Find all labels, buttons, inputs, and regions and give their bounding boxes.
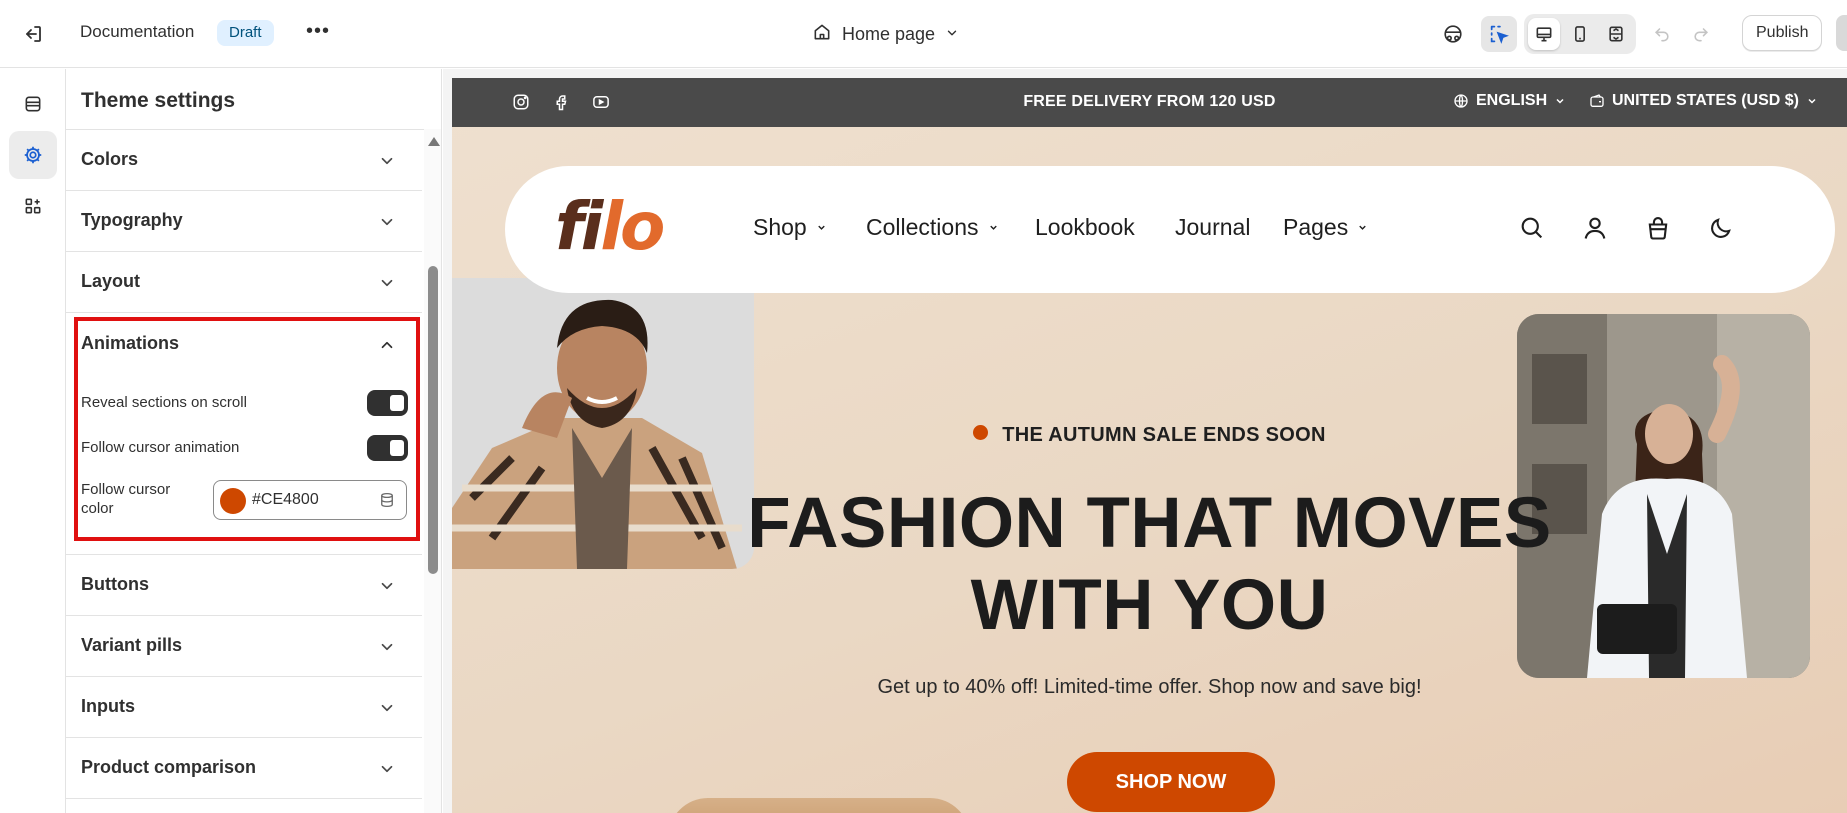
section-colors[interactable]: Colors xyxy=(66,130,422,191)
theme-settings-panel: Theme settings Colors Typography Layout … xyxy=(66,69,442,813)
panel-scrollbar[interactable] xyxy=(424,129,441,813)
nav-label: Pages xyxy=(1283,214,1349,240)
account-icon[interactable] xyxy=(1581,214,1609,242)
nav-pages[interactable]: Pages xyxy=(1283,214,1368,241)
hero-title-line-1: FASHION THAT MOVES xyxy=(747,484,1552,563)
more-actions-button[interactable]: ••• xyxy=(306,20,330,46)
page-selector[interactable]: Home page xyxy=(812,20,959,48)
nav-label: Shop xyxy=(753,214,807,240)
nav-label: Collections xyxy=(866,214,979,240)
announcement-bar: FREE DELIVERY FROM 120 USD ENGLISH UNITE… xyxy=(452,78,1847,127)
section-label: Product comparison xyxy=(81,757,257,777)
store-header: filo Shop Collections Lookbook Journal P… xyxy=(505,166,1835,293)
globe-icon xyxy=(1454,94,1468,108)
device-switcher xyxy=(1524,14,1636,54)
chevron-down-icon xyxy=(1808,98,1816,104)
apps-icon[interactable] xyxy=(9,182,57,230)
nav-label: Journal xyxy=(1175,214,1251,240)
chevron-down-icon xyxy=(378,760,396,778)
section-label: Buttons xyxy=(81,574,149,594)
exit-icon[interactable] xyxy=(21,22,45,46)
chevron-down-icon xyxy=(378,213,396,231)
language-label: ENGLISH xyxy=(1476,92,1548,109)
nav-collections[interactable]: Collections xyxy=(866,214,999,241)
storefront: FREE DELIVERY FROM 120 USD ENGLISH UNITE… xyxy=(452,78,1847,813)
section-typography[interactable]: Typography xyxy=(66,191,422,252)
currency-selector[interactable]: UNITED STATES (USD $) xyxy=(1589,92,1818,110)
dark-mode-icon[interactable] xyxy=(1707,214,1735,242)
store-preview: FREE DELIVERY FROM 120 USD ENGLISH UNITE… xyxy=(443,69,1847,813)
section-label: Variant pills xyxy=(81,635,183,655)
panel-title: Theme settings xyxy=(81,89,236,112)
mobile-icon[interactable] xyxy=(1564,18,1596,50)
reveal-sections-label: Reveal sections on scroll xyxy=(81,394,247,411)
reveal-sections-toggle[interactable] xyxy=(367,390,408,416)
publish-button[interactable]: Publish xyxy=(1742,15,1823,51)
status-badge: Draft xyxy=(217,20,274,46)
dynamic-source-icon[interactable] xyxy=(378,491,396,514)
follow-cursor-toggle[interactable] xyxy=(367,435,408,461)
hero-title-line-2: WITH YOU xyxy=(970,566,1329,645)
select-element-icon[interactable] xyxy=(1481,16,1517,52)
section-label: Layout xyxy=(81,271,141,291)
section-inputs[interactable]: Inputs xyxy=(66,677,422,738)
theme-settings-icon[interactable] xyxy=(9,131,57,179)
color-value[interactable]: #CE4800 xyxy=(252,491,319,509)
chevron-down-icon xyxy=(817,225,825,230)
inspector-icon[interactable] xyxy=(1435,16,1471,52)
hero-eyebrow-text: THE AUTUMN SALE ENDS SOON xyxy=(1002,424,1326,446)
scroll-up-arrow[interactable] xyxy=(428,137,440,146)
home-icon xyxy=(812,22,832,47)
left-rail xyxy=(0,69,66,813)
cursor-color-label: Follow cursor color xyxy=(81,481,171,517)
hero-eyebrow: THE AUTUMN SALE ENDS SOON xyxy=(452,424,1847,447)
sections-icon[interactable] xyxy=(9,80,57,128)
shop-now-button[interactable]: SHOP NOW xyxy=(1067,752,1275,812)
section-label: Colors xyxy=(81,149,139,169)
chevron-down-icon xyxy=(378,274,396,292)
chevron-down-icon xyxy=(945,24,959,45)
nav-label: Lookbook xyxy=(1035,214,1135,240)
publish-menu-button[interactable] xyxy=(1836,15,1847,51)
undo-icon[interactable] xyxy=(1644,16,1680,52)
section-buttons[interactable]: Buttons xyxy=(66,555,422,616)
fullscreen-icon[interactable] xyxy=(1600,18,1632,50)
chevron-down-icon xyxy=(378,699,396,717)
top-bar: Documentation Draft ••• Home page Publis… xyxy=(0,0,1847,68)
page-selector-label: Home page xyxy=(842,23,936,44)
nav-lookbook[interactable]: Lookbook xyxy=(1035,214,1135,241)
chevron-down-icon xyxy=(1556,98,1564,104)
chevron-down-icon xyxy=(378,152,396,170)
search-icon[interactable] xyxy=(1518,214,1546,242)
cart-icon[interactable] xyxy=(1644,214,1672,242)
follow-cursor-label: Follow cursor animation xyxy=(81,439,240,456)
section-variant-pills[interactable]: Variant pills xyxy=(66,616,422,677)
section-label: Inputs xyxy=(81,696,135,716)
wallet-icon xyxy=(1590,94,1604,107)
section-product-comparison[interactable]: Product comparison xyxy=(66,738,422,799)
redo-icon[interactable] xyxy=(1683,16,1719,52)
chevron-down-icon xyxy=(1359,225,1366,230)
nav-journal[interactable]: Journal xyxy=(1175,214,1250,241)
chevron-down-icon xyxy=(989,225,997,230)
section-layout[interactable]: Layout xyxy=(66,252,422,313)
color-swatch[interactable] xyxy=(220,488,246,514)
scroll-thumb[interactable] xyxy=(428,266,438,574)
language-selector[interactable]: ENGLISH xyxy=(1453,92,1566,110)
store-logo[interactable]: filo xyxy=(555,188,665,265)
chevron-down-icon xyxy=(378,638,396,656)
nav-shop[interactable]: Shop xyxy=(753,214,827,241)
section-label: Typography xyxy=(81,210,183,230)
product-card-peek xyxy=(668,798,970,813)
hero-title: FASHION THAT MOVES WITH YOU xyxy=(452,483,1847,647)
currency-label: UNITED STATES (USD $) xyxy=(1612,92,1799,109)
cursor-color-field[interactable]: #CE4800 xyxy=(213,480,407,520)
chevron-down-icon xyxy=(378,577,396,595)
hero-subtitle: Get up to 40% off! Limited-time offer. S… xyxy=(877,676,1422,698)
document-name[interactable]: Documentation xyxy=(80,22,194,42)
accent-dot xyxy=(973,425,989,440)
desktop-icon[interactable] xyxy=(1528,18,1560,50)
